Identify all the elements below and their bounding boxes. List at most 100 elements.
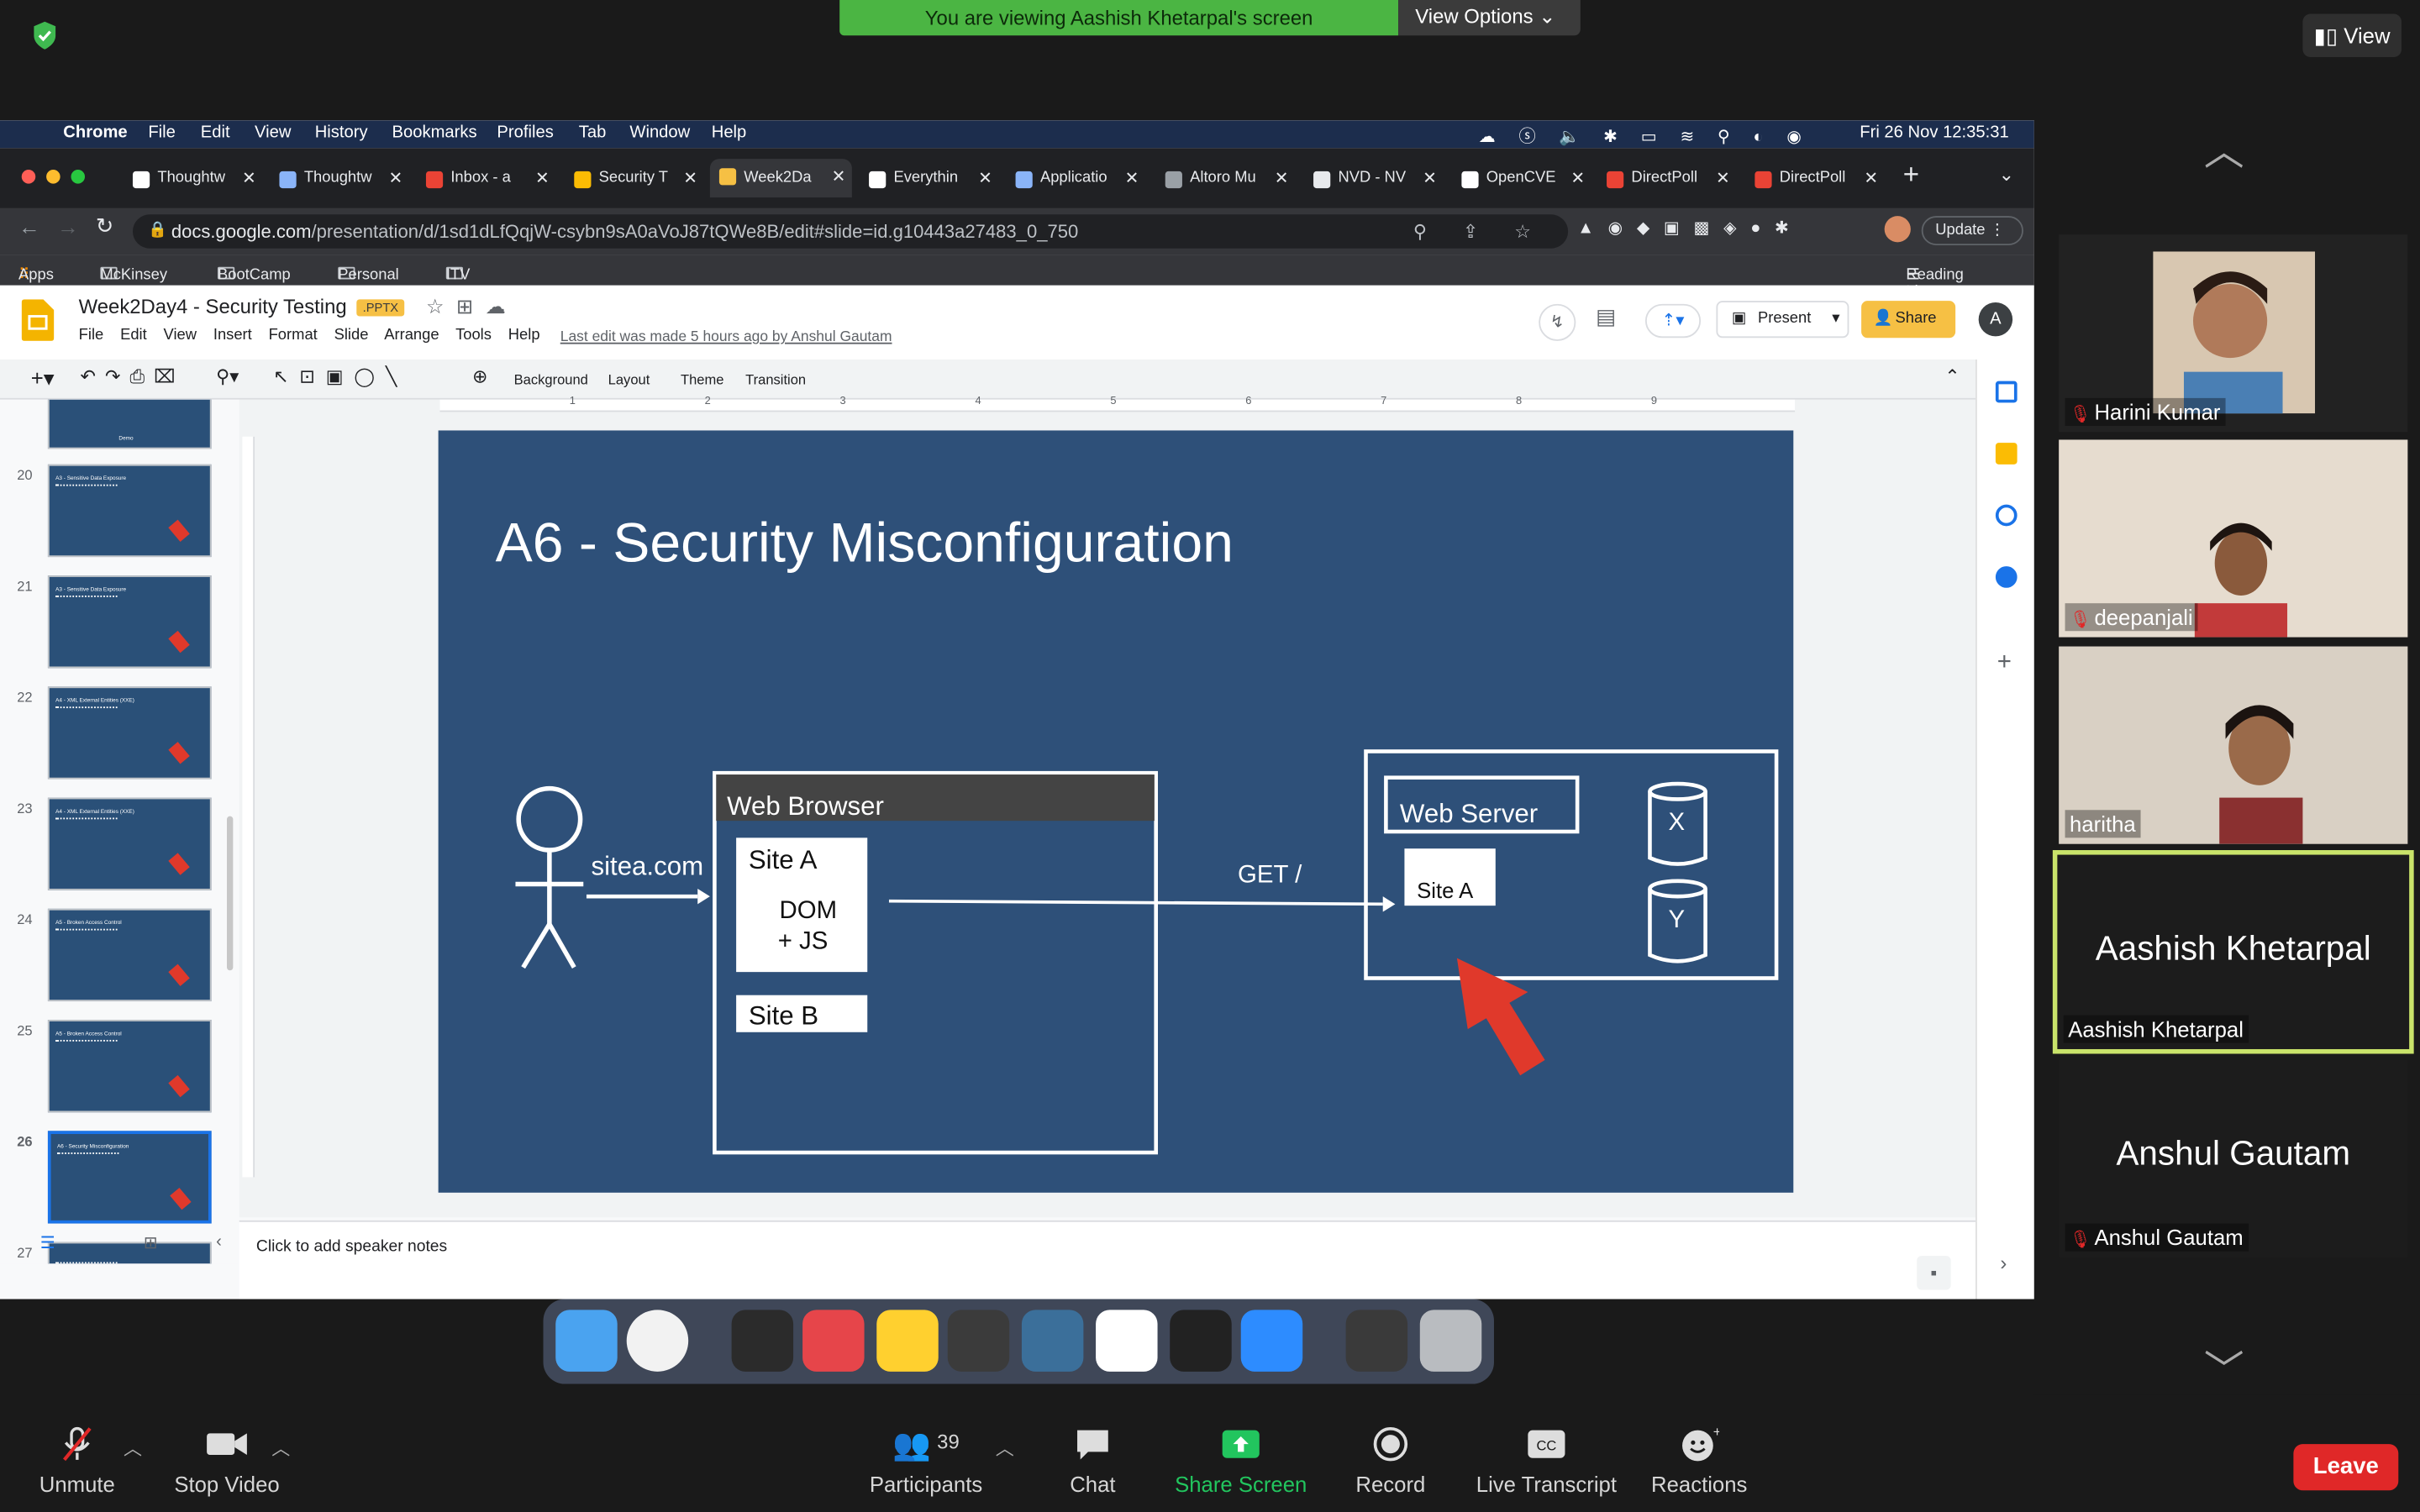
reload-icon[interactable]: ↻ [96,213,114,239]
leave-button[interactable]: Leave [2293,1444,2399,1491]
docs-menu-insert[interactable]: Insert [213,327,252,344]
view-button[interactable]: ▮▯ View [2302,13,2402,57]
menu-view[interactable]: View [255,123,291,142]
grid-view-icon[interactable]: ⊞ [144,1233,158,1252]
tab-close-icon[interactable]: ✕ [683,162,697,196]
activity-monitor-icon[interactable] [1170,1310,1232,1372]
account-avatar[interactable]: A [1978,302,2013,337]
docs-menu-file[interactable]: File [79,327,104,344]
docs-menu-tools[interactable]: Tools [455,327,492,344]
menu-edit[interactable]: Edit [201,123,230,142]
stop-video-button[interactable]: Stop Video [166,1425,287,1497]
participant-tile[interactable]: haritha [2059,646,2408,844]
comment-add-icon[interactable]: ⊕ [472,365,487,387]
add-addon-icon[interactable]: + [1997,649,2012,677]
expand-panel-icon[interactable]: › [2000,1252,2007,1275]
close-window-icon[interactable] [21,170,36,184]
url-input[interactable]: 🔒 docs.google.com/presentation/d/1sd1dLf… [132,214,1569,249]
participants-button[interactable]: 👥 39 Participants [867,1425,985,1497]
docs-menu-edit[interactable]: Edit [120,327,147,344]
record-button[interactable]: Record [1352,1425,1429,1497]
menu-tab[interactable]: Tab [579,123,607,142]
tab-close-icon[interactable]: ✕ [242,162,256,196]
back-icon[interactable]: ← [18,214,40,239]
tab-close-icon[interactable]: ✕ [1275,162,1289,196]
star-move-cloud-icons[interactable]: ☆⊞☁ [426,295,518,319]
document-title[interactable]: Week2Day4 - Security Testing [79,295,347,318]
browser-tab[interactable]: Week2Da ✕ [709,159,852,198]
participants-caret-icon[interactable]: ︿ [996,1435,1014,1461]
slide-thumbnail[interactable]: A5 - Broken Access Control [47,1020,212,1113]
minimize-window-icon[interactable] [46,170,60,184]
contacts-icon[interactable] [1995,566,2018,588]
slide-thumbnail[interactable]: Demo [47,399,212,449]
theme-button[interactable]: Theme [681,372,723,387]
participant-tile-active[interactable]: Aashish Khetarpal Aashish Khetarpal [2052,850,2414,1054]
menu-help[interactable]: Help [712,123,747,142]
scroll-up-icon[interactable]: ︿ [2204,120,2244,177]
profile-avatar[interactable] [1884,216,1911,243]
slack-icon[interactable] [1096,1310,1158,1372]
browser-tab[interactable]: Everythin ✕ [860,162,998,196]
view-options-button[interactable]: View Options ⌄ [1398,0,1581,36]
activity-icon[interactable]: ↯ [1539,303,1576,341]
trash-icon[interactable] [1419,1310,1482,1372]
omnibox-actions-icon[interactable]: ⚲ ⇪ ☆ [1413,214,1546,248]
docs-menu-help[interactable]: Help [508,327,540,344]
transition-button[interactable]: Transition [745,372,806,387]
tasks-icon[interactable] [1995,504,2018,527]
filmstrip-scrollbar[interactable] [227,816,234,971]
forward-icon[interactable]: → [57,214,79,239]
intellij-icon[interactable] [802,1310,865,1372]
present-button[interactable]: ▣ Present ▾ [1716,301,1849,339]
extension-icons[interactable]: ▲◉◆▣▩◈●✱ [1577,218,1802,238]
browser-tab[interactable]: Altoro Mu ✕ [1156,162,1295,196]
chat-button[interactable]: Chat [1062,1425,1123,1497]
browser-tab[interactable]: Applicatio ✕ [1007,162,1145,196]
tab-close-icon[interactable]: ✕ [1864,162,1878,196]
participant-tile[interactable]: 🎙 deepanjali [2059,439,2408,638]
menu-file[interactable]: File [148,123,176,142]
browser-tab[interactable]: DirectPoll ✕ [1745,162,1884,196]
tab-close-icon[interactable]: ✕ [535,162,550,196]
mysql-workbench-icon[interactable] [1021,1310,1084,1372]
menu-window[interactable]: Window [629,123,690,142]
calendar-icon[interactable] [1995,381,2018,403]
menu-history[interactable]: History [315,123,368,142]
finder-icon[interactable] [555,1310,618,1372]
comments-icon[interactable]: ▤ [1596,304,1616,330]
slide-thumbnail[interactable]: A4 - XML External Entities (XXE) [47,686,212,780]
share-button[interactable]: 👤 Share [1861,301,1956,339]
meet-icon[interactable]: ⇡▾ [1644,303,1702,339]
collapse-filmstrip-icon[interactable]: ‹ [216,1233,222,1252]
explore-icon[interactable]: ▪ [1917,1256,1951,1290]
unmute-button[interactable]: Unmute [31,1425,124,1497]
insert-tools-icons[interactable]: ↖⊡▣◯╲ [273,365,408,387]
share-screen-button[interactable]: Share Screen [1173,1425,1309,1497]
browser-tab[interactable]: OpenCVE ✕ [1452,162,1591,196]
keep-icon[interactable] [1995,443,2018,465]
miro-icon[interactable] [876,1310,939,1372]
browser-tab[interactable]: Thoughtw ✕ [124,162,262,196]
live-transcript-button[interactable]: CC Live Transcript [1472,1425,1620,1497]
participant-tile[interactable]: 🎙 Harini Kumar [2059,234,2408,433]
audio-options-caret-icon[interactable]: ︿ [124,1435,142,1461]
slide-thumbnail[interactable]: A5 - Broken Access Control [47,908,212,1002]
slide-thumbnail[interactable]: A3 - Sensitive Data Exposure [47,464,212,558]
docs-menu-arrange[interactable]: Arrange [384,327,439,344]
reactions-button[interactable]: + Reactions [1649,1425,1750,1496]
undo-redo-print-icons[interactable]: ↶↷⎙⌧ [81,365,185,389]
slides-logo-icon[interactable] [21,299,55,341]
maximize-window-icon[interactable] [71,170,86,184]
sublime-icon[interactable] [947,1310,1010,1372]
security-shield-icon[interactable] [31,20,59,51]
collapse-toolbar-icon[interactable]: ⌃ [1944,365,1960,387]
docs-menu-format[interactable]: Format [269,327,318,344]
docs-menu-view[interactable]: View [164,327,197,344]
zoom-icon[interactable]: ⚲▾ [216,365,239,387]
background-button[interactable]: Background [514,372,588,387]
update-button[interactable]: Update ⋮ [1921,216,2023,246]
layout-button[interactable]: Layout [608,372,650,387]
last-edit-link[interactable]: Last edit was made 5 hours ago by Anshul… [560,328,892,345]
tab-close-icon[interactable]: ✕ [832,159,846,197]
